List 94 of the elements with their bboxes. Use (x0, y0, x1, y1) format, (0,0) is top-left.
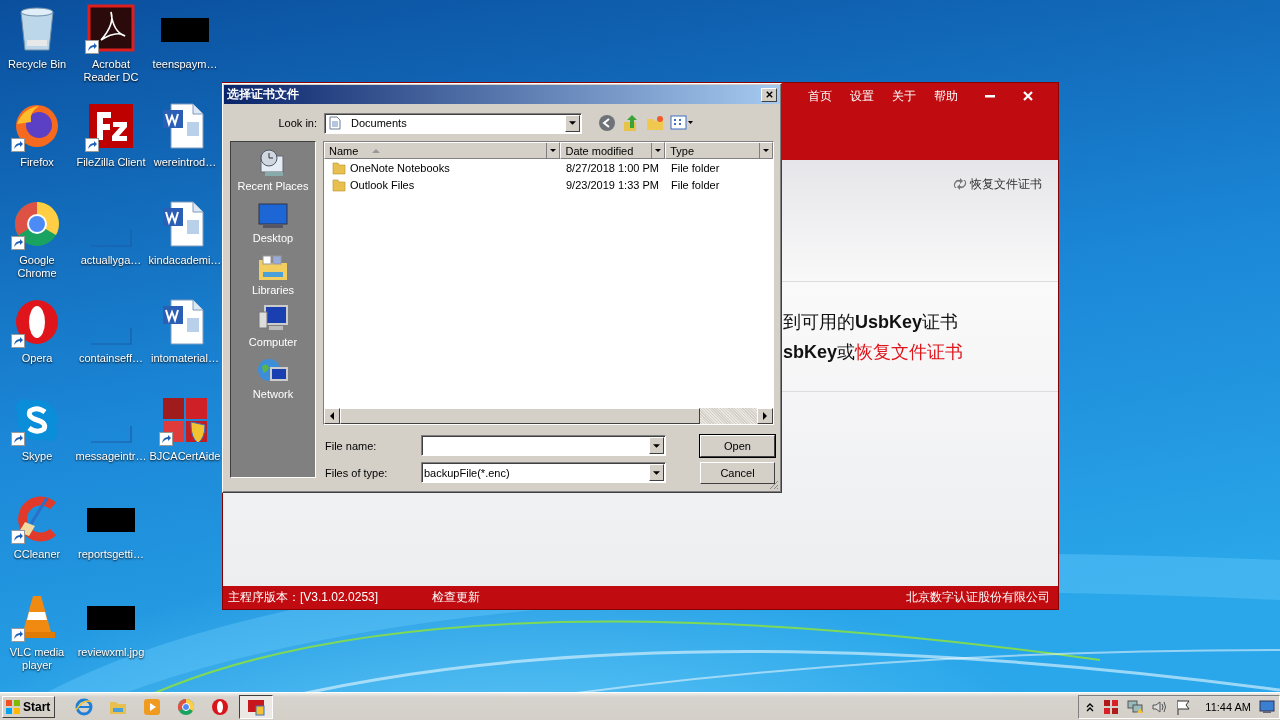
dropdown-arrow-icon (653, 443, 660, 448)
icon-label[interactable]: teenspaym… (148, 58, 222, 71)
column-header[interactable]: Type (665, 142, 773, 159)
icon-label[interactable]: Recycle Bin (0, 58, 74, 71)
nav-link[interactable]: 关于 (892, 87, 916, 105)
windows-logo-icon (5, 698, 21, 715)
restore-link[interactable]: 恢复文件证书 (970, 175, 1042, 193)
close-icon[interactable] (1022, 90, 1034, 102)
app-window-icon (247, 697, 266, 716)
icon-label[interactable]: CCleaner (0, 548, 74, 561)
dropdown-arrow-icon (763, 149, 769, 152)
folder-icon (332, 177, 346, 192)
table-cell: 9/23/2019 1:33 PM (566, 178, 659, 191)
taskbar-button[interactable] (239, 694, 274, 719)
close-icon (764, 90, 774, 99)
media-player-icon (143, 697, 162, 716)
icon-label[interactable]: intomaterial… (148, 352, 222, 365)
file-name-label: File name: (324, 439, 378, 452)
place-label[interactable]: Desktop (252, 232, 294, 244)
icon-label[interactable]: Opera (0, 352, 74, 365)
dropdown-arrow-icon (569, 121, 576, 125)
scrollbar-thumb[interactable] (340, 408, 700, 424)
app-tray-icon[interactable] (1103, 698, 1120, 715)
file-name[interactable]: Outlook Files (350, 178, 415, 191)
icon-label[interactable]: reportsgetti… (74, 548, 148, 561)
speaker-icon[interactable] (1151, 698, 1168, 715)
version-text: 主程序版本：[V3.1.02.0253] (228, 589, 380, 606)
start-button[interactable]: Start (2, 695, 56, 718)
cancel-button[interactable]: Cancel (700, 461, 775, 484)
file-name-field[interactable] (421, 435, 666, 456)
pdf-reader-icon[interactable] (87, 4, 135, 52)
chat-app-icon[interactable] (13, 396, 61, 444)
nav-link[interactable]: 首页 (808, 87, 832, 105)
close-button[interactable] (761, 87, 777, 102)
dropdown-arrow-icon (550, 149, 557, 152)
place-label[interactable]: Recent Places (237, 180, 309, 192)
resize-grip-icon[interactable] (767, 478, 779, 490)
scroll-left-icon (330, 412, 334, 420)
network-icon[interactable] (1127, 698, 1144, 715)
icon-label[interactable]: actuallyga… (74, 254, 148, 267)
file-type-label: Files of type: (324, 466, 389, 479)
look-in-label: Look in: (277, 117, 317, 129)
dropdown-arrow-icon (655, 149, 662, 152)
shield-app-icon[interactable] (161, 396, 209, 444)
browser-icon[interactable] (13, 102, 61, 150)
company-text: 北京数字认证股份有限公司 (906, 589, 1050, 606)
flag-icon[interactable] (1175, 698, 1192, 715)
message-text: sbKey或恢复文件证书 (783, 340, 964, 363)
icon-label[interactable]: Skype (0, 450, 74, 463)
browser-icon[interactable] (13, 298, 61, 346)
place-label[interactable]: Computer (248, 336, 298, 348)
clock[interactable]: 11:44 AM (1205, 700, 1251, 713)
nav-link[interactable]: 设置 (850, 87, 874, 105)
file-type-dropdown[interactable]: backupFile(*.enc) (421, 462, 666, 483)
ftp-app-icon[interactable] (87, 102, 135, 150)
table-cell: File folder (671, 178, 720, 191)
icon-label[interactable]: containseff… (74, 352, 148, 365)
dropdown-arrow-icon (653, 470, 660, 475)
back-icon[interactable] (598, 114, 616, 132)
icon-label[interactable]: BJCACertAide (148, 450, 222, 463)
horizontal-scrollbar[interactable] (324, 408, 773, 424)
table-cell: File folder (671, 161, 720, 174)
file-name[interactable]: OneNote Notebooks (350, 161, 450, 174)
scroll-right-icon (763, 412, 767, 420)
icon-label[interactable]: kindacademi… (148, 254, 222, 267)
message-text: 到可用的UsbKey证书 (783, 310, 959, 333)
check-update-link[interactable]: 检查更新 (432, 589, 906, 606)
show-desktop-icon[interactable] (1259, 699, 1275, 714)
open-button[interactable]: Open (700, 434, 775, 457)
browser-icon[interactable] (13, 200, 61, 248)
icon-label[interactable]: Firefox (0, 156, 74, 169)
nav-link[interactable]: 帮助 (934, 87, 958, 105)
column-header[interactable]: Name (324, 142, 561, 159)
icon-label[interactable]: Google Chrome (0, 254, 74, 280)
window-title: 选择证书文件 (227, 86, 299, 103)
icon-label[interactable]: Acrobat Reader DC (74, 58, 148, 84)
chevron-up-icon[interactable] (1085, 701, 1096, 712)
restore-link[interactable]: 恢复文件证书 (855, 341, 964, 362)
icon-label[interactable]: FileZilla Client (74, 156, 148, 169)
table-cell: 8/27/2018 1:00 PM (566, 161, 659, 174)
view-menu-icon[interactable] (670, 115, 694, 131)
icon-label[interactable]: messageintr… (74, 450, 148, 463)
document-icon (329, 116, 341, 130)
place-label[interactable]: Network (252, 388, 294, 400)
look-in-dropdown[interactable]: Documents (324, 112, 582, 134)
place-label[interactable]: Libraries (251, 284, 295, 296)
refresh-icon[interactable] (952, 178, 968, 190)
browser-icon (211, 697, 230, 716)
column-header[interactable]: Date modified (560, 142, 666, 159)
browser-icon (177, 697, 196, 716)
folder-icon (332, 160, 346, 175)
browser-icon (75, 697, 94, 716)
icon-label[interactable]: VLC media player (0, 646, 74, 672)
icon-label[interactable]: wereintrod… (148, 156, 222, 169)
